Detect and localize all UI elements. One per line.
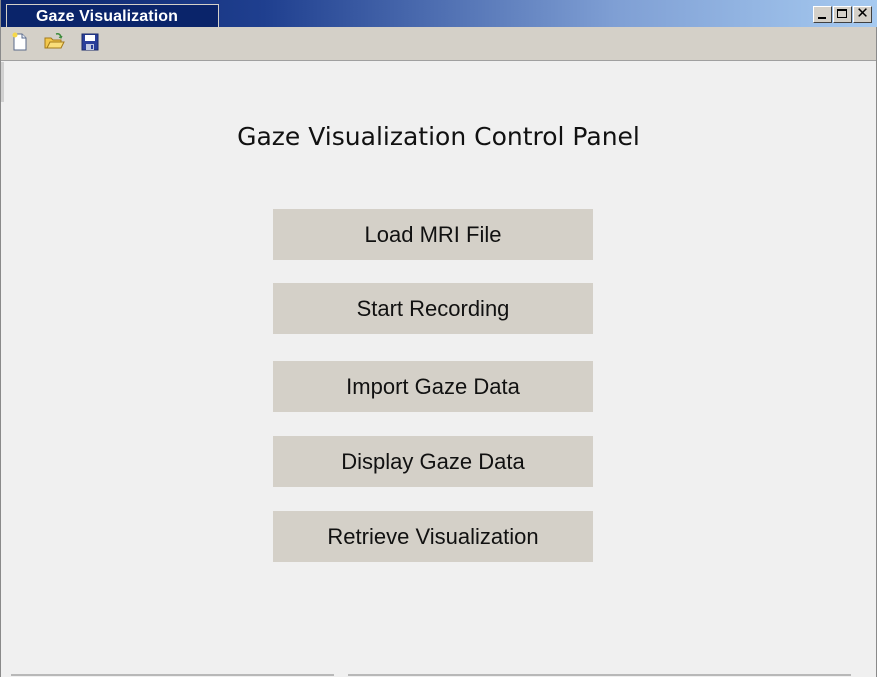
window-controls: ✕	[813, 4, 872, 23]
maximize-button[interactable]	[833, 6, 852, 23]
retrieve-visualization-button[interactable]: Retrieve Visualization	[273, 511, 593, 562]
window-title: Gaze Visualization	[36, 8, 178, 25]
toolbar	[1, 27, 876, 61]
load-mri-file-button[interactable]: Load MRI File	[273, 209, 593, 260]
minimize-button[interactable]	[813, 6, 832, 23]
start-recording-button[interactable]: Start Recording	[273, 283, 593, 334]
close-button[interactable]: ✕	[853, 4, 872, 23]
maximize-icon	[837, 9, 847, 18]
title-bar[interactable]: Gaze Visualization ✕	[1, 0, 877, 27]
page-title: Gaze Visualization Control Panel	[1, 122, 876, 151]
new-file-icon[interactable]	[10, 32, 30, 52]
open-folder-icon[interactable]	[43, 32, 65, 52]
status-divider-right	[348, 674, 851, 676]
status-divider-left	[11, 674, 334, 676]
minimize-icon	[818, 17, 826, 19]
app-window: Gaze Visualization ✕ Gaze Visualization …	[0, 0, 877, 677]
save-icon[interactable]	[80, 32, 100, 52]
close-icon: ✕	[856, 4, 869, 22]
left-edge	[1, 62, 4, 102]
panel-title-text: Gaze Visualization Control Panel	[237, 122, 640, 151]
import-gaze-data-button[interactable]: Import Gaze Data	[273, 361, 593, 412]
display-gaze-data-button[interactable]: Display Gaze Data	[273, 436, 593, 487]
